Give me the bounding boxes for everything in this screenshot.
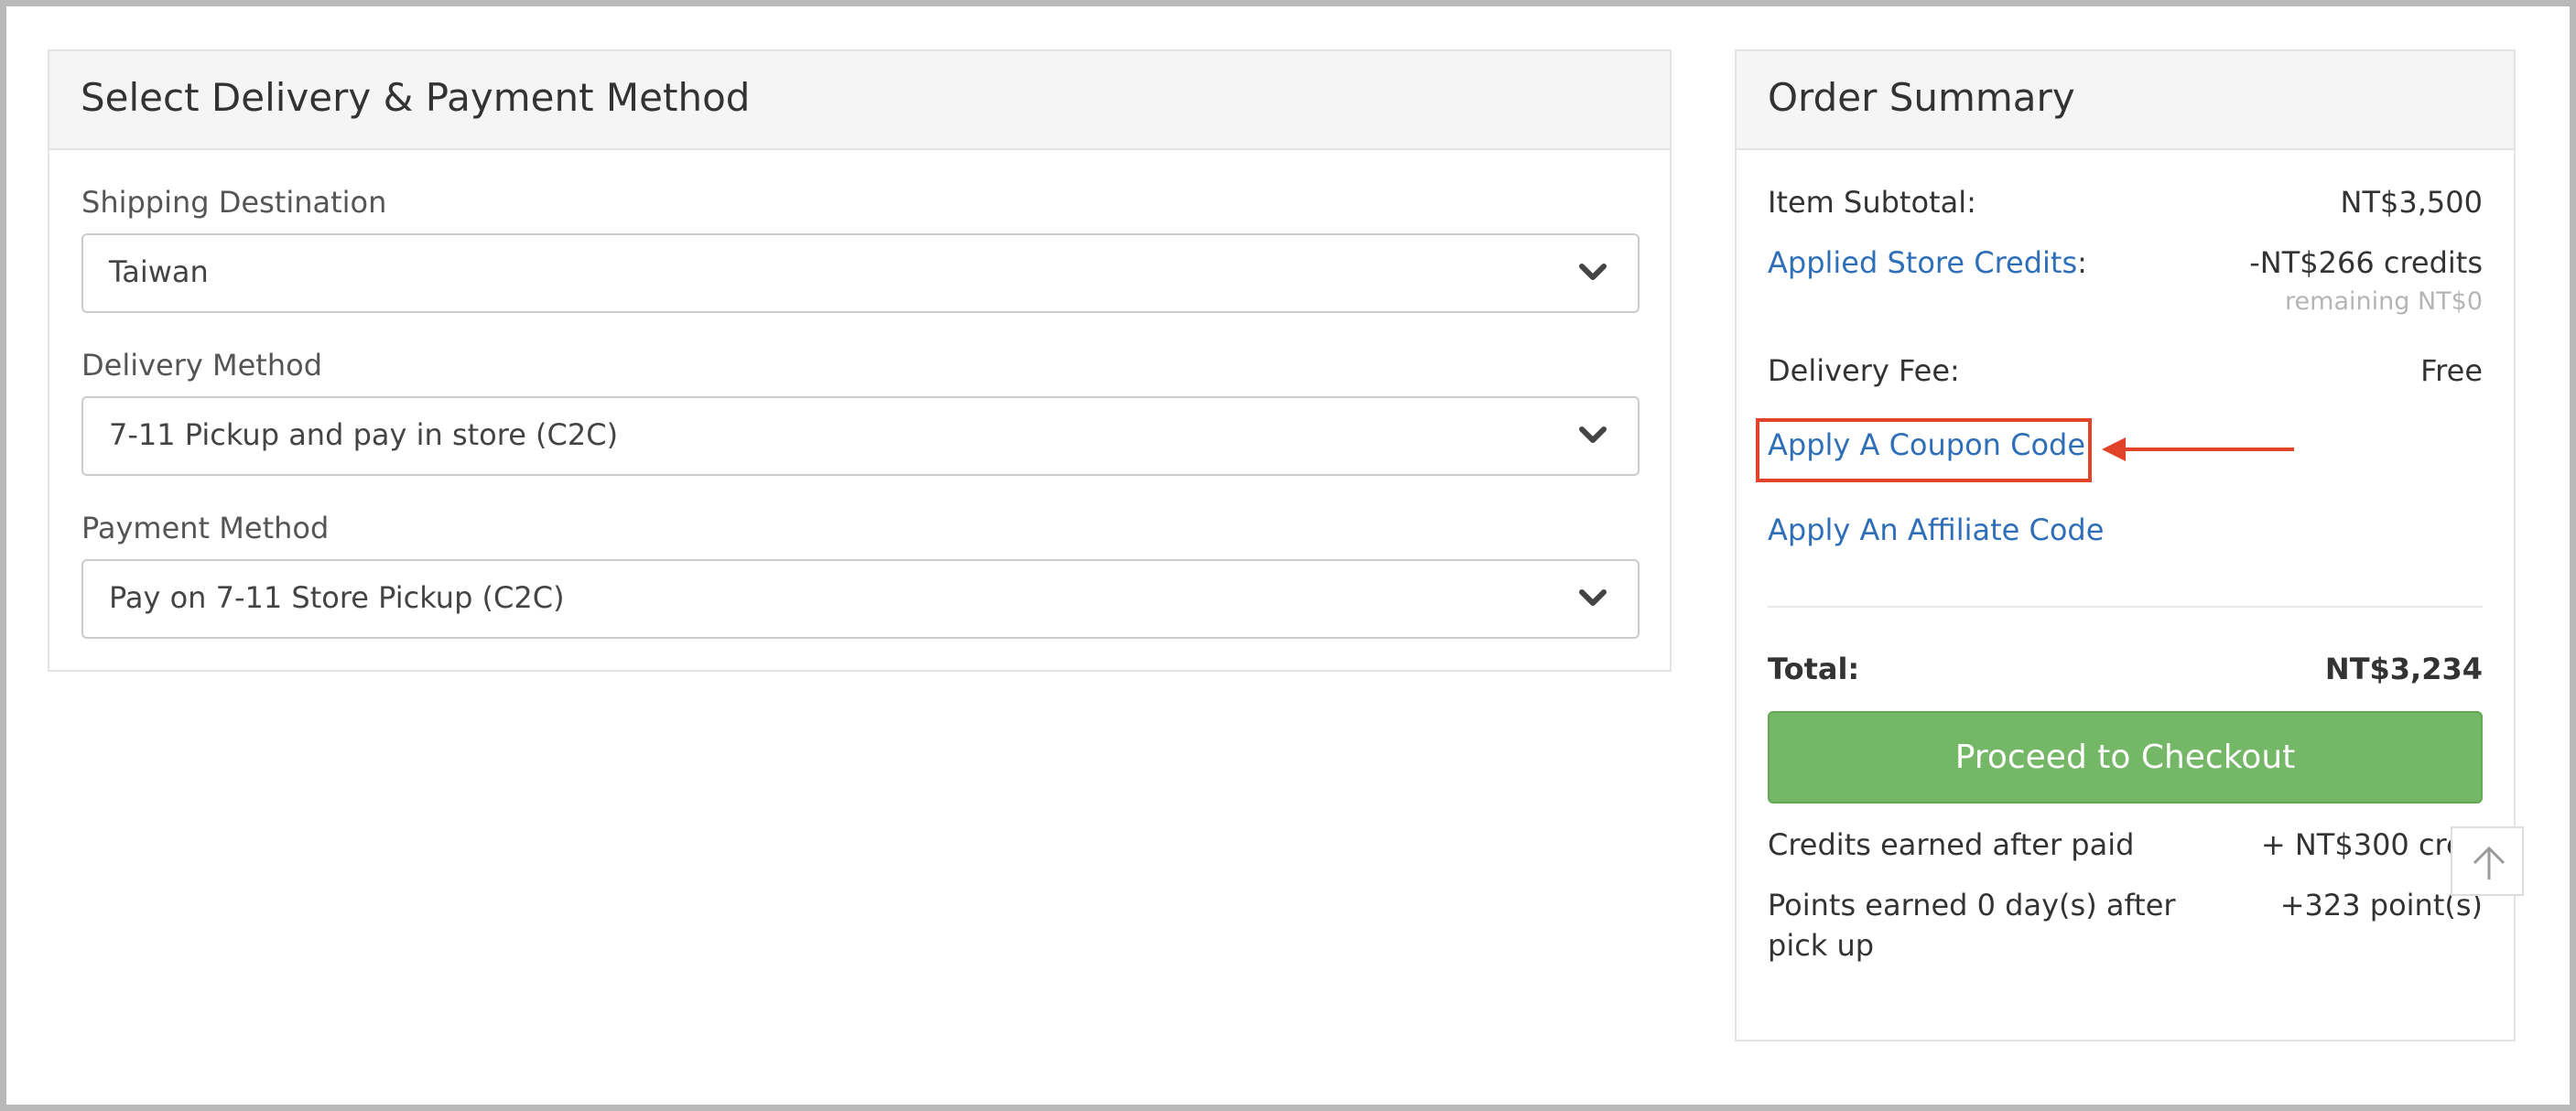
credits-earned-label: Credits earned after paid <box>1768 827 2135 862</box>
chevron-down-icon <box>1579 589 1607 606</box>
delivery-method-select[interactable]: 7-11 Pickup and pay in store (C2C) <box>81 396 1640 476</box>
shipping-destination-select[interactable]: Taiwan <box>81 233 1640 313</box>
chevron-down-icon <box>1579 426 1607 443</box>
delivery-method-value: 7-11 Pickup and pay in store (C2C) <box>109 417 619 452</box>
delivery-payment-panel: Select Delivery & Payment Method Shippin… <box>48 49 1672 672</box>
apply-affiliate-link[interactable]: Apply An Affiliate Code <box>1768 512 2104 547</box>
subtotal-value: NT$3,500 <box>2340 185 2483 220</box>
delivery-fee-label: Delivery Fee: <box>1768 353 1960 388</box>
summary-divider <box>1768 606 2483 608</box>
chevron-down-icon <box>1579 264 1607 280</box>
total-value: NT$3,234 <box>2324 652 2483 686</box>
total-label: Total: <box>1768 652 1860 686</box>
payment-method-label: Payment Method <box>81 511 330 545</box>
payment-method-value: Pay on 7-11 Store Pickup (C2C) <box>109 580 565 615</box>
credits-remaining: remaining NT$0 <box>2285 287 2483 316</box>
applied-store-credits-value: -NT$266 credits <box>2249 245 2483 280</box>
arrow-up-icon <box>2473 846 2506 879</box>
order-summary-panel: Order Summary Item Subtotal: NT$3,500 Ap… <box>1735 49 2516 1041</box>
shipping-destination-label: Shipping Destination <box>81 185 387 220</box>
payment-method-select[interactable]: Pay on 7-11 Store Pickup (C2C) <box>81 559 1640 639</box>
order-summary-title: Order Summary <box>1768 75 2075 120</box>
delivery-fee-value: Free <box>2420 353 2483 388</box>
coupon-highlight-box <box>1756 418 2092 482</box>
delivery-panel-title: Select Delivery & Payment Method <box>81 75 751 120</box>
arrow-left-icon <box>2102 437 2294 461</box>
order-summary-header: Order Summary <box>1737 51 2514 150</box>
applied-store-credits-row: Applied Store Credits: <box>1768 245 2087 280</box>
points-earned-label-line2: pick up <box>1768 928 1875 963</box>
applied-store-credits-colon: : <box>2077 245 2087 280</box>
credits-earned-value: + NT$300 cred <box>2260 827 2483 862</box>
delivery-method-label: Delivery Method <box>81 348 323 383</box>
delivery-panel-header: Select Delivery & Payment Method <box>49 51 1670 150</box>
shipping-destination-value: Taiwan <box>109 254 209 289</box>
applied-store-credits-link[interactable]: Applied Store Credits <box>1768 245 2077 280</box>
points-earned-label-line1: Points earned 0 day(s) after <box>1768 888 2176 922</box>
scroll-to-top-button[interactable] <box>2451 826 2524 896</box>
proceed-to-checkout-button[interactable]: Proceed to Checkout <box>1768 711 2483 804</box>
subtotal-label: Item Subtotal: <box>1768 185 1976 220</box>
